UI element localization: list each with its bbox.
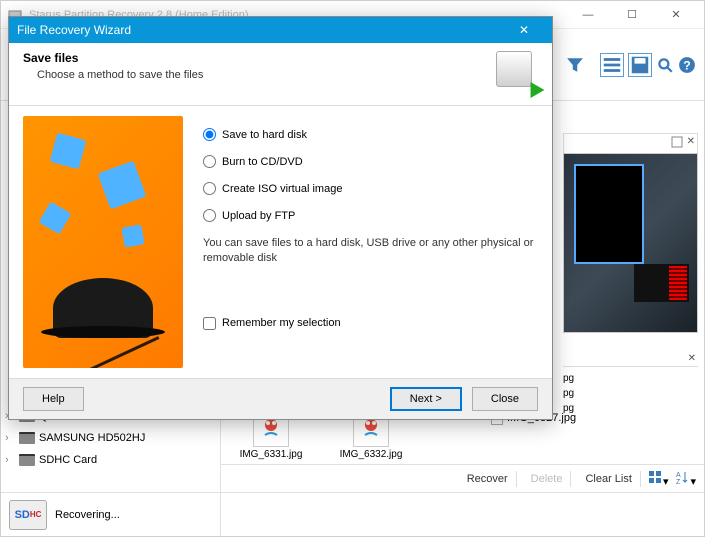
sort-icon[interactable]: AZ▾	[674, 469, 696, 488]
minimize-button[interactable]: —	[566, 1, 610, 29]
wizard-illustration	[23, 116, 183, 368]
next-button[interactable]: Next >	[390, 387, 462, 411]
disk-icon	[19, 454, 35, 466]
remember-checkbox[interactable]	[203, 317, 216, 330]
view-list-button[interactable]	[600, 53, 624, 77]
radio-hdd[interactable]	[203, 128, 216, 141]
radio-ftp[interactable]	[203, 209, 216, 222]
tree-item[interactable]: › SDHC Card	[1, 449, 220, 471]
delete-button[interactable]: Delete	[523, 471, 572, 487]
thumbnail-caption: IMG_6332.jpg	[340, 449, 403, 460]
view-mode-icon[interactable]: ▾	[647, 469, 669, 488]
svg-text:Z: Z	[676, 479, 681, 485]
clear-list-button[interactable]: Clear List	[577, 471, 640, 487]
radio-cd[interactable]	[203, 155, 216, 168]
status-text: Recovering...	[55, 509, 120, 521]
sdhc-icon: SDHC	[9, 500, 47, 530]
tree-label: SAMSUNG HD502HJ	[39, 432, 145, 444]
window-controls: — ☐ ✕	[566, 1, 698, 29]
save-button[interactable]	[628, 53, 652, 77]
recover-button[interactable]: Recover	[459, 471, 517, 487]
file-recovery-wizard: File Recovery Wizard ✕ Save files Choose…	[8, 16, 553, 420]
option-save-hdd[interactable]: Save to hard disk	[203, 128, 538, 141]
close-button[interactable]: ✕	[654, 1, 698, 29]
chevron-right-icon[interactable]: ›	[5, 454, 15, 466]
wizard-hint: You can save files to a hard disk, USB d…	[203, 236, 538, 267]
wizard-title-text: File Recovery Wizard	[17, 23, 131, 37]
hard-disk-icon	[496, 51, 538, 93]
close-button[interactable]: Close	[472, 387, 538, 411]
option-label: Create ISO virtual image	[222, 183, 342, 195]
help-button[interactable]: Help	[23, 387, 84, 411]
option-burn-cd[interactable]: Burn to CD/DVD	[203, 155, 538, 168]
wizard-subheading: Choose a method to save the files	[37, 69, 203, 81]
wizard-options: Save to hard disk Burn to CD/DVD Create …	[203, 116, 538, 368]
option-create-iso[interactable]: Create ISO virtual image	[203, 182, 538, 195]
wizard-titlebar[interactable]: File Recovery Wizard ✕	[9, 17, 552, 43]
chevron-right-icon[interactable]: ›	[5, 432, 15, 444]
status-bar: SDHC Recovering...	[1, 492, 704, 536]
action-bar: Recover Delete Clear List ▾ AZ▾	[221, 464, 704, 492]
search-icon[interactable]	[656, 56, 674, 74]
radio-iso[interactable]	[203, 182, 216, 195]
option-label: Burn to CD/DVD	[222, 156, 303, 168]
option-label: Upload by FTP	[222, 210, 295, 222]
filter-icon[interactable]	[566, 56, 584, 74]
remember-checkbox-row[interactable]: Remember my selection	[203, 317, 538, 330]
disk-icon	[19, 432, 35, 444]
help-icon[interactable]: ?	[678, 56, 696, 74]
option-label: Save to hard disk	[222, 129, 307, 141]
svg-text:?: ?	[683, 58, 691, 72]
option-upload-ftp[interactable]: Upload by FTP	[203, 209, 538, 222]
wizard-heading: Save files	[23, 51, 203, 65]
remember-label: Remember my selection	[222, 317, 341, 329]
maximize-button[interactable]: ☐	[610, 1, 654, 29]
wizard-footer: Help Next > Close	[9, 378, 552, 419]
tree-label: SDHC Card	[39, 454, 97, 466]
wizard-body: Save to hard disk Burn to CD/DVD Create …	[9, 106, 552, 378]
tree-item[interactable]: › SAMSUNG HD502HJ	[1, 427, 220, 449]
wizard-close-button[interactable]: ✕	[504, 19, 544, 41]
wizard-header: Save files Choose a method to save the f…	[9, 43, 552, 106]
svg-text:A: A	[676, 472, 681, 479]
thumbnail-caption: IMG_6331.jpg	[240, 449, 303, 460]
